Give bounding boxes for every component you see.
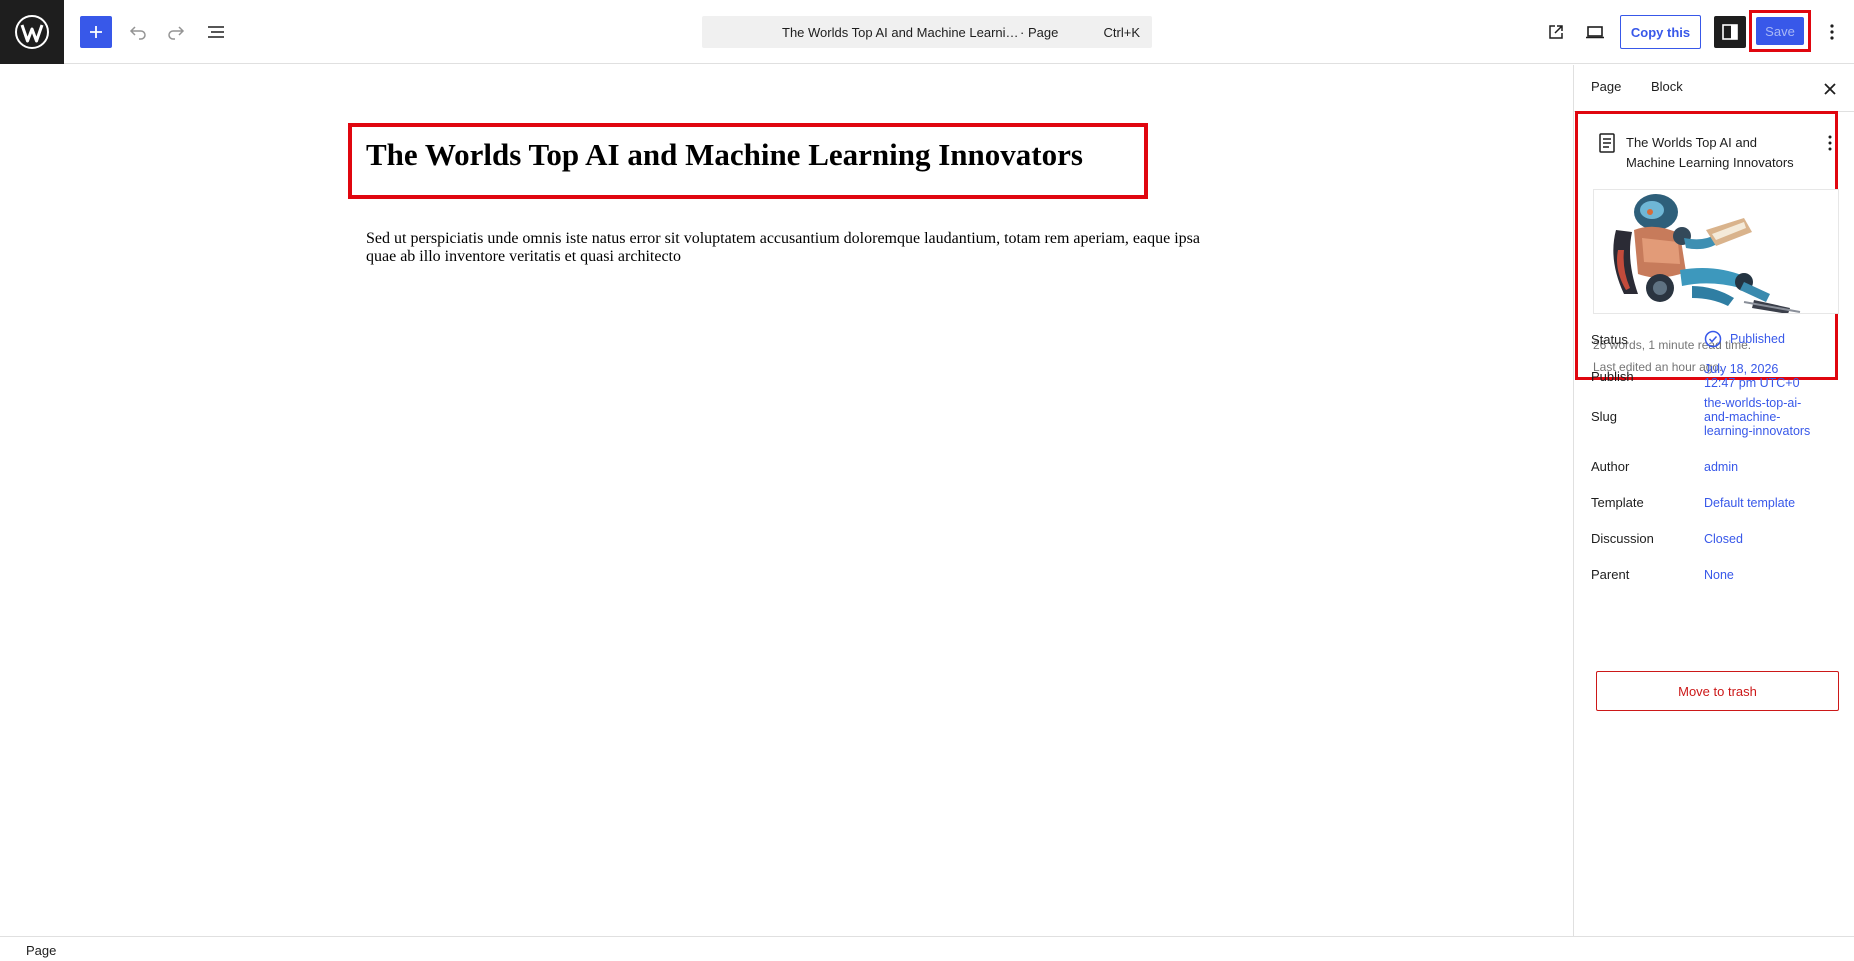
redo-icon xyxy=(168,26,185,40)
save-button[interactable]: Save xyxy=(1756,17,1804,45)
published-check-icon xyxy=(1704,330,1722,348)
command-bar-post-type: · Page xyxy=(1020,25,1059,40)
summary-post-title: The Worlds Top AI and Machine Learning I… xyxy=(1626,135,1794,170)
add-block-button[interactable] xyxy=(80,16,112,48)
close-sidebar-button[interactable] xyxy=(1818,77,1842,101)
redo-button[interactable] xyxy=(160,16,192,48)
device-preview-button[interactable] xyxy=(1578,16,1612,48)
slug-line: learning-innovators xyxy=(1704,424,1811,438)
slug-value[interactable]: the-worlds-top-ai- and-machine- learning… xyxy=(1704,396,1810,438)
slug-line: and-machine- xyxy=(1704,410,1781,424)
wordpress-logo[interactable] xyxy=(0,0,64,64)
author-label: Author xyxy=(1591,459,1630,474)
slug-line: the-worlds-top-ai- xyxy=(1704,396,1802,410)
plus-icon xyxy=(90,26,102,38)
move-to-trash-button[interactable]: Move to trash xyxy=(1596,671,1839,711)
sidebar-toggle-icon xyxy=(1722,24,1738,40)
parent-value[interactable]: None xyxy=(1704,568,1734,582)
publish-label: Publish xyxy=(1591,369,1634,384)
publish-date-value[interactable]: July 18, 2026 12:47 pm UTC+0 xyxy=(1704,362,1800,390)
discussion-value[interactable]: Closed xyxy=(1704,532,1743,546)
view-page-button[interactable] xyxy=(1540,16,1572,48)
editor-canvas[interactable]: The Worlds Top AI and Machine Learning I… xyxy=(0,65,1573,936)
page-document-icon xyxy=(1599,133,1615,153)
wordpress-icon xyxy=(15,15,49,49)
robot-reading-book-illustration xyxy=(1594,190,1838,313)
template-value[interactable]: Default template xyxy=(1704,496,1795,510)
undo-icon xyxy=(129,26,146,40)
vertical-ellipsis-icon xyxy=(1830,24,1834,40)
command-bar-title: The Worlds Top AI and Machine Learni… xyxy=(782,25,1019,40)
save-button-highlight: Save xyxy=(1749,10,1811,52)
command-bar-shortcut: Ctrl+K xyxy=(1103,25,1140,40)
settings-sidebar: Page Block The Worlds Top AI and Machine… xyxy=(1573,65,1854,936)
settings-toggle-button[interactable] xyxy=(1714,16,1746,48)
tab-page[interactable]: Page xyxy=(1591,79,1621,94)
device-preview-icon xyxy=(1586,26,1604,39)
external-link-icon xyxy=(1549,25,1563,39)
close-icon xyxy=(1824,83,1836,95)
paragraph-block[interactable]: Sed ut perspiciatis unde omnis iste natu… xyxy=(366,230,1216,266)
author-value[interactable]: admin xyxy=(1704,460,1738,474)
publish-time: 12:47 pm UTC+0 xyxy=(1704,376,1800,390)
editor-header: The Worlds Top AI and Machine Learni… · … xyxy=(0,0,1854,64)
status-label: Status xyxy=(1591,332,1628,347)
list-view-icon xyxy=(208,26,224,38)
options-menu-button[interactable] xyxy=(1820,16,1844,48)
list-view-button[interactable] xyxy=(200,16,232,48)
command-palette-bar[interactable]: The Worlds Top AI and Machine Learni… · … xyxy=(702,16,1152,48)
status-value[interactable]: Published xyxy=(1730,332,1785,346)
featured-image[interactable] xyxy=(1593,189,1839,314)
template-label: Template xyxy=(1591,495,1644,510)
vertical-ellipsis-icon[interactable] xyxy=(1823,133,1837,153)
parent-label: Parent xyxy=(1591,567,1630,582)
copy-this-button[interactable]: Copy this xyxy=(1620,15,1701,49)
post-title[interactable]: The Worlds Top AI and Machine Learning I… xyxy=(366,137,1083,173)
undo-button[interactable] xyxy=(122,16,154,48)
breadcrumb-page[interactable]: Page xyxy=(26,943,56,958)
sidebar-tabs: Page Block xyxy=(1574,65,1854,112)
publish-date: July 18, 2026 xyxy=(1704,362,1779,376)
slug-label: Slug xyxy=(1591,409,1618,424)
tab-block[interactable]: Block xyxy=(1651,79,1683,94)
block-breadcrumb-bar: Page xyxy=(0,936,1854,961)
discussion-label: Discussion xyxy=(1591,531,1654,546)
